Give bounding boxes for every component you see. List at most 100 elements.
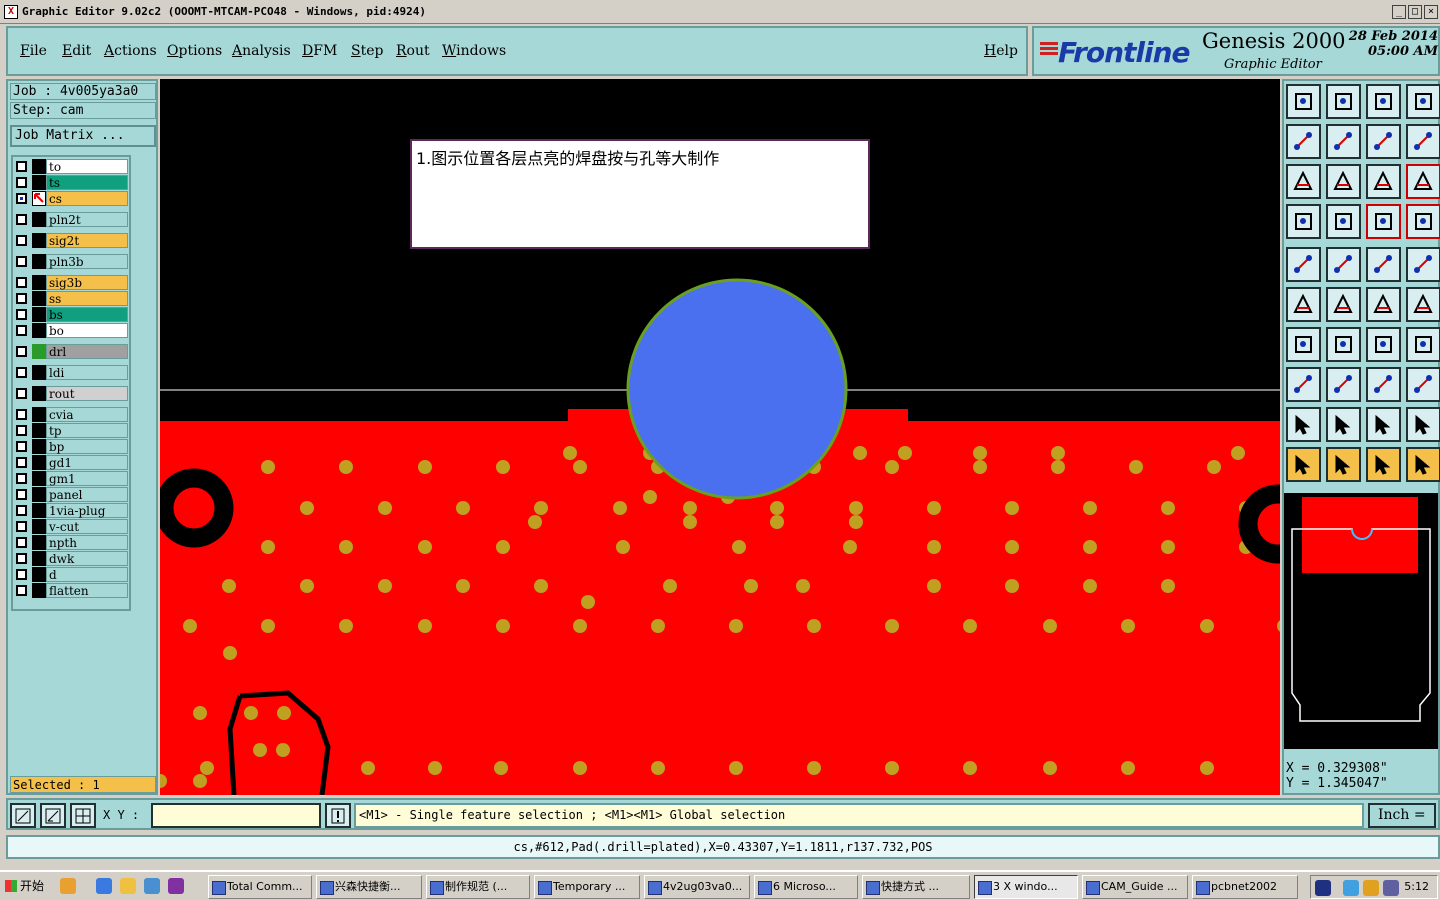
via-pad[interactable] — [573, 761, 587, 775]
via-pad[interactable] — [261, 540, 275, 554]
layer-checkbox[interactable] — [16, 309, 27, 320]
network-icon[interactable] — [1343, 880, 1359, 896]
via-pad[interactable] — [963, 761, 977, 775]
save-button[interactable] — [1326, 84, 1361, 119]
open-job-button[interactable] — [1286, 84, 1321, 119]
layer-name[interactable]: dwk — [46, 551, 128, 566]
via-pad[interactable] — [643, 490, 657, 504]
home-button[interactable] — [1366, 84, 1401, 119]
snap-button[interactable] — [1406, 327, 1440, 362]
layer-row-rout[interactable]: rout — [13, 386, 131, 401]
via-pad[interactable] — [1121, 761, 1135, 775]
via-pad[interactable] — [456, 579, 470, 593]
layer-mark[interactable] — [32, 159, 46, 174]
layer-row-pln2t[interactable]: pln2t — [13, 212, 131, 227]
layer-checkbox[interactable] — [16, 505, 27, 516]
via-pad[interactable] — [1005, 540, 1019, 554]
layer-mark[interactable] — [32, 487, 46, 502]
selected-pad[interactable] — [626, 278, 848, 500]
select-box-button[interactable] — [1326, 447, 1361, 482]
zoom-fit-button[interactable] — [1286, 164, 1321, 199]
via-pad[interactable] — [1161, 540, 1175, 554]
via-pad[interactable] — [729, 619, 743, 633]
layer-row-ss[interactable]: ss — [13, 291, 131, 306]
layer-mark[interactable] — [32, 407, 46, 422]
layer-name[interactable]: v-cut — [46, 519, 128, 534]
taskbar-task[interactable]: 快捷方式 ... — [862, 875, 970, 899]
via-pad[interactable] — [418, 619, 432, 633]
layer-row-cvia[interactable]: cvia — [13, 407, 131, 422]
layer-name[interactable]: to — [46, 159, 128, 174]
via-pad[interactable] — [261, 460, 275, 474]
menu-edit[interactable]: Edit — [62, 43, 91, 59]
menu-help[interactable]: Help — [984, 43, 1018, 59]
layer-row-1via-plug[interactable]: 1via-plug — [13, 503, 131, 518]
layer-checkbox[interactable] — [16, 235, 27, 246]
via-pad[interactable] — [534, 579, 548, 593]
layer-mark[interactable] — [32, 344, 46, 359]
layer-row-npth[interactable]: npth — [13, 535, 131, 550]
layer-row-bs[interactable]: bs — [13, 307, 131, 322]
connect-button[interactable] — [1286, 287, 1321, 322]
next-step-button[interactable] — [1326, 124, 1361, 159]
work-layer-cursor-icon[interactable] — [32, 191, 46, 206]
via-pad[interactable] — [193, 774, 207, 788]
menu-options[interactable]: Options — [167, 43, 222, 59]
graphic-canvas[interactable]: 1.图示位置各层点亮的焊盘按与孔等大制作 — [160, 79, 1280, 795]
taskbar-task[interactable]: 兴森快捷衡... — [316, 875, 422, 899]
layer-row-v-cut[interactable]: v-cut — [13, 519, 131, 534]
layer-mark[interactable] — [32, 233, 46, 248]
layer-checkbox[interactable] — [16, 489, 27, 500]
via-pad[interactable] — [244, 706, 258, 720]
via-pad[interactable] — [573, 460, 587, 474]
layer-checkbox[interactable] — [16, 569, 27, 580]
filter-alt-button[interactable] — [1406, 204, 1440, 239]
layer-checkbox[interactable] — [16, 425, 27, 436]
layer-row-drl[interactable]: drl — [13, 344, 131, 359]
via-pad[interactable] — [378, 501, 392, 515]
via-pad[interactable] — [616, 540, 630, 554]
layer-row-sig3b[interactable]: sig3b — [13, 275, 131, 290]
help-button[interactable] — [1406, 164, 1440, 199]
scale-1-2-button[interactable] — [1366, 164, 1401, 199]
via-pad[interactable] — [253, 743, 267, 757]
menu-file[interactable]: File — [20, 43, 47, 59]
taskbar-task[interactable]: pcbnet2002 — [1192, 875, 1298, 899]
via-pad[interactable] — [683, 501, 697, 515]
layer-checkbox[interactable] — [16, 457, 27, 468]
ime-icon[interactable] — [1315, 880, 1331, 896]
zoom-center-button[interactable] — [1326, 164, 1361, 199]
menu-actions[interactable]: Actions — [104, 43, 157, 59]
layer-name[interactable]: flatten — [46, 583, 128, 598]
via-pad[interactable] — [378, 579, 392, 593]
layer-name[interactable]: panel — [46, 487, 128, 502]
layer-checkbox[interactable] — [16, 214, 27, 225]
monitor-icon[interactable] — [1383, 880, 1399, 896]
via-pad[interactable] — [885, 619, 899, 633]
app-icon[interactable]: X — [4, 5, 18, 19]
via-pad[interactable] — [1207, 460, 1221, 474]
menu-rout[interactable]: Rout — [396, 43, 430, 59]
layer-mark[interactable] — [32, 455, 46, 470]
text-a3-button[interactable] — [1366, 407, 1401, 442]
via-pad[interactable] — [1051, 460, 1065, 474]
resize-button[interactable] — [1366, 367, 1401, 402]
via-pad[interactable] — [200, 761, 214, 775]
horizontal-line-button[interactable] — [1326, 367, 1361, 402]
layer-checkbox[interactable] — [16, 388, 27, 399]
layer-name[interactable]: gd1 — [46, 455, 128, 470]
move-button[interactable] — [1366, 287, 1401, 322]
window-button[interactable] — [1406, 84, 1440, 119]
layer-mark[interactable] — [32, 567, 46, 582]
layer-name[interactable]: pln2t — [46, 212, 128, 227]
via-pad[interactable] — [418, 460, 432, 474]
alert-button[interactable] — [325, 803, 351, 828]
menu-step[interactable]: Step — [351, 43, 383, 59]
taskbar-task[interactable]: 4v2ug03va0... — [644, 875, 750, 899]
layer-checkbox[interactable] — [16, 161, 27, 172]
text-a-button[interactable] — [1286, 407, 1321, 442]
shapes-button[interactable] — [1406, 367, 1440, 402]
select-point-button[interactable] — [1366, 447, 1401, 482]
layer-mark[interactable] — [32, 365, 46, 380]
measure-button[interactable] — [40, 803, 66, 828]
